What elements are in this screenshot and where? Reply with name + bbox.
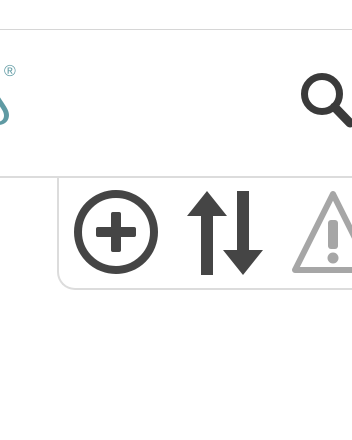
warning-icon	[292, 191, 352, 273]
warning-button[interactable]	[292, 190, 352, 274]
brand-drop-icon	[0, 97, 9, 125]
sort-button[interactable]	[186, 191, 266, 275]
add-circle-icon	[74, 190, 158, 274]
registered-trademark: ®	[4, 63, 16, 80]
brand-logo[interactable]	[0, 92, 10, 126]
sort-arrows-icon	[187, 191, 263, 275]
add-button[interactable]	[72, 188, 160, 276]
action-toolbar	[57, 176, 352, 290]
search-icon	[301, 73, 352, 128]
page: ®	[0, 0, 352, 440]
search-button[interactable]	[298, 70, 352, 130]
